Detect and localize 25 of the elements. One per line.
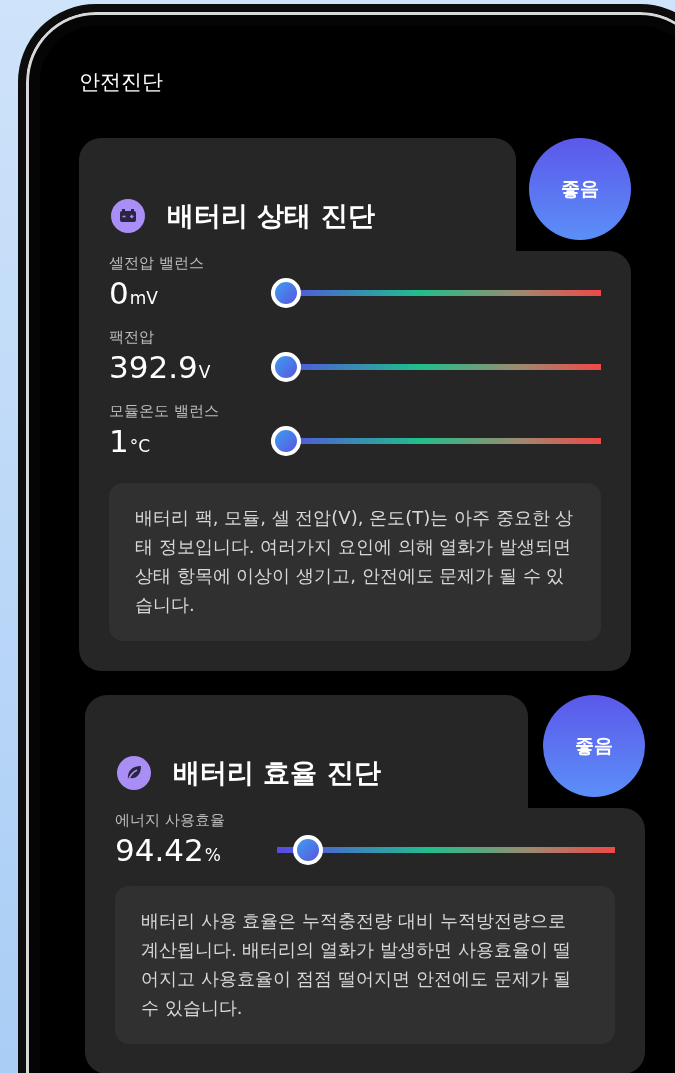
battery-icon xyxy=(111,198,145,233)
slider-thumb[interactable] xyxy=(271,352,301,382)
slider-thumb[interactable] xyxy=(271,426,301,456)
metric-value: 0 xyxy=(109,275,129,311)
status-badge[interactable]: 좋음 xyxy=(543,695,645,797)
card-title: 배터리 상태 진단 xyxy=(167,198,375,233)
description-text: 배터리 팩, 모듈, 셀 전압(V), 온도(T)는 아주 중요한 상태 정보입니다. 여러가지 요인에 의해 열화가 발생되면 상태 항목에 이상이 생기고, 안전에도 문제가 될 수 있습니다. xyxy=(109,483,601,641)
metric-unit: % xyxy=(204,845,221,865)
metric-unit: °C xyxy=(129,436,151,456)
metric-label: 에너지 사용효율 xyxy=(115,811,225,830)
metric-label: 팩전압 xyxy=(109,328,154,347)
card-title: 배터리 효율 진단 xyxy=(173,755,381,790)
metric-value: 94.42 xyxy=(115,832,204,868)
metric-unit: mV xyxy=(129,288,158,308)
metric-unit: V xyxy=(198,362,211,382)
metric-label: 셀전압 밸런스 xyxy=(109,254,204,273)
slider-thumb[interactable] xyxy=(292,835,323,865)
description-text: 배터리 사용 효율은 누적충전량 대비 누적방전량으로 계산됩니다. 배터리의 열화가 발생하면 사용효율이 떨어지고 사용효율이 점점 떨어지면 안전에도 문제가 될 수 있습니다. xyxy=(115,886,615,1044)
metric-value: 392.9 xyxy=(109,349,198,385)
slider-thumb[interactable] xyxy=(271,278,301,308)
screen-title: 안전진단 xyxy=(79,69,163,96)
metric-label: 모듈온도 밸런스 xyxy=(109,402,219,421)
leaf-icon xyxy=(117,755,151,790)
status-badge[interactable]: 좋음 xyxy=(529,138,631,240)
metric-value: 1 xyxy=(109,423,129,459)
